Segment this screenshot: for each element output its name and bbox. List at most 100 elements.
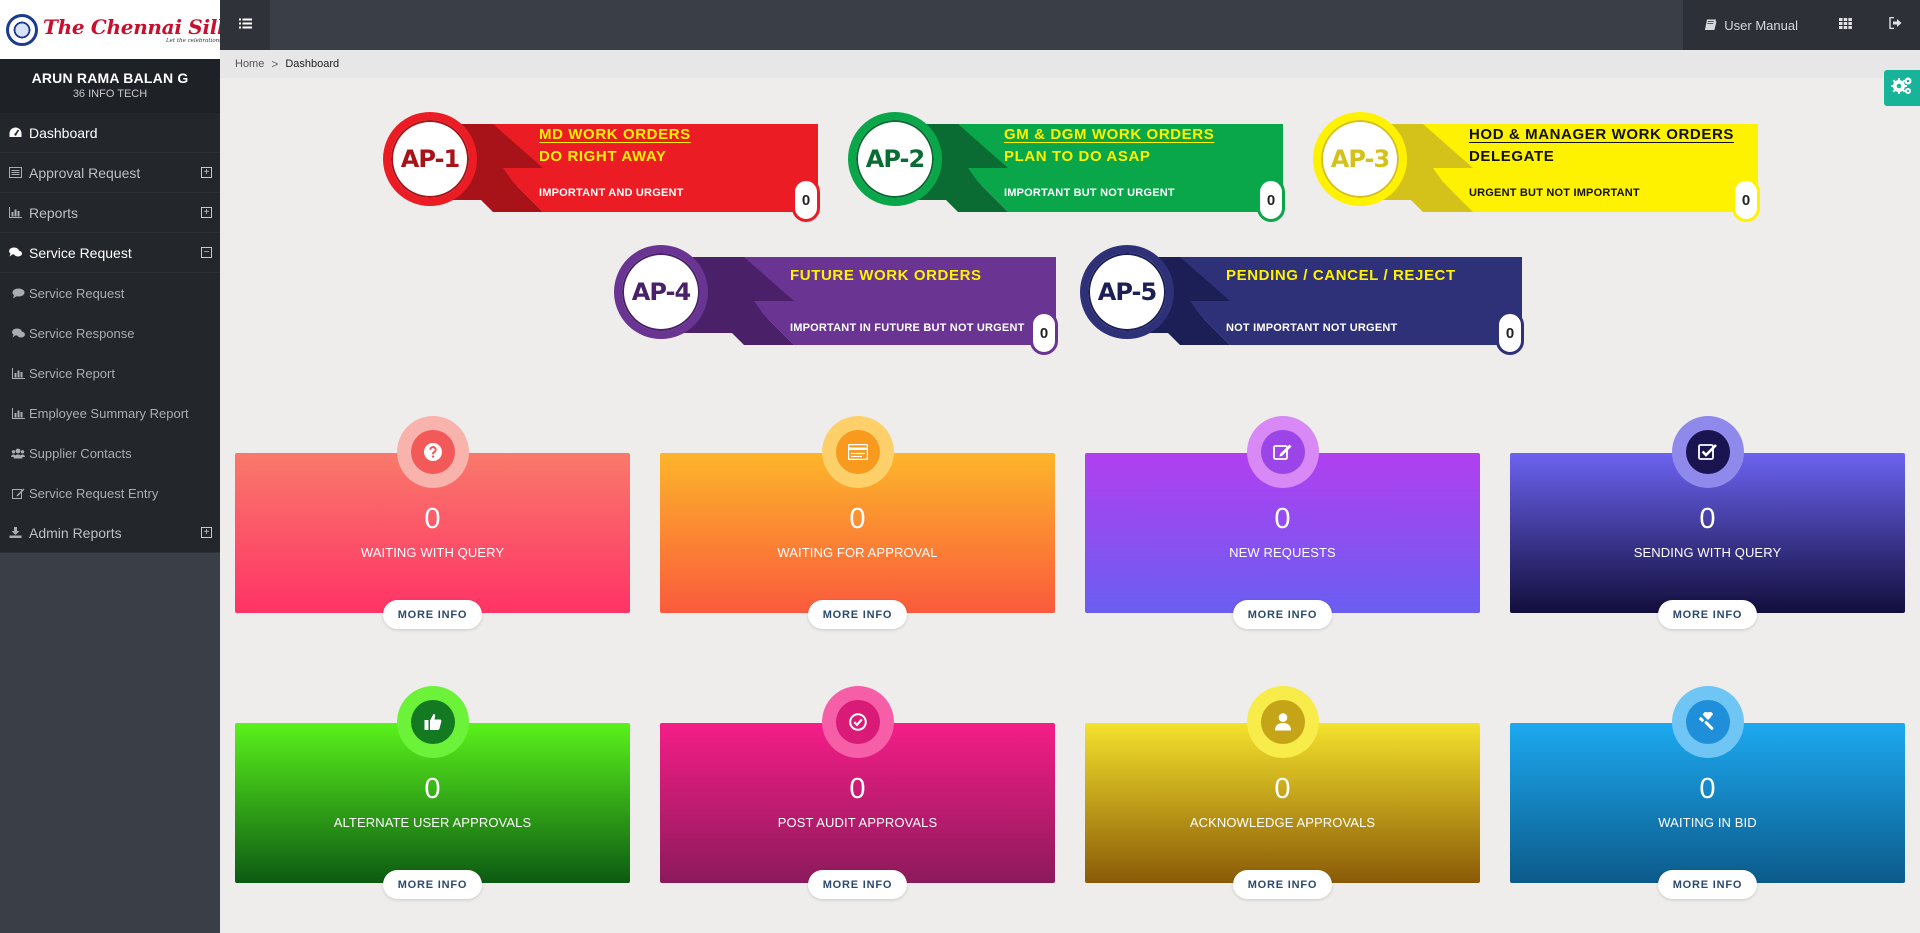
- more-info-button[interactable]: MORE INFO: [1658, 870, 1757, 899]
- more-info-button[interactable]: MORE INFO: [1233, 600, 1332, 629]
- more-info-button[interactable]: MORE INFO: [808, 870, 907, 899]
- user-manual-link[interactable]: User Manual: [1683, 0, 1820, 50]
- sidebar-item-reports[interactable]: Reports +: [0, 193, 220, 233]
- check-square-icon: [1686, 430, 1730, 474]
- more-info-button[interactable]: MORE INFO: [1233, 870, 1332, 899]
- ap-title: GM & DGM WORK ORDERS PLAN TO DO ASAP: [1004, 124, 1214, 168]
- user-panel: ARUN RAMA BALAN G 36 INFO TECH: [0, 59, 220, 113]
- card-count: 0: [1699, 773, 1716, 805]
- card-count: 0: [849, 503, 866, 535]
- ap-banner-5[interactable]: AP-5 PENDING / CANCEL / REJECT NOT IMPOR…: [1080, 245, 1530, 355]
- card-label: NEW REQUESTS: [1229, 545, 1336, 560]
- card-count: 0: [1699, 503, 1716, 535]
- ap-count[interactable]: 0: [1257, 178, 1285, 222]
- question-icon: [411, 430, 455, 474]
- user-manual-label: User Manual: [1724, 17, 1798, 33]
- card-icon-ring: [1672, 686, 1744, 758]
- ap-count[interactable]: 0: [1496, 311, 1524, 355]
- stat-card-waiting-in-bid: 0 WAITING IN BID MORE INFO: [1510, 686, 1905, 899]
- settings-button[interactable]: [1884, 70, 1920, 106]
- expand-icon[interactable]: +: [201, 167, 212, 178]
- grid-icon: [1838, 16, 1852, 34]
- hamburger-icon: [238, 16, 252, 34]
- submenu-item-label: Service Report: [29, 365, 115, 381]
- expand-icon[interactable]: +: [201, 207, 212, 218]
- dashboard-icon: [8, 127, 22, 139]
- card-icon-ring: [1247, 686, 1319, 758]
- breadcrumb-separator: >: [271, 57, 279, 71]
- more-info-button[interactable]: MORE INFO: [808, 600, 907, 629]
- card-label: WAITING FOR APPROVAL: [777, 545, 938, 560]
- card-icon: [836, 430, 880, 474]
- breadcrumb: Home > Dashboard: [220, 50, 1920, 78]
- ap-subtitle: IMPORTANT AND URGENT: [539, 187, 684, 199]
- card-label: ACKNOWLEDGE APPROVALS: [1189, 815, 1376, 830]
- stat-card-sending-with-query: 0 SENDING WITH QUERY MORE INFO: [1510, 416, 1905, 629]
- ap-banner-2[interactable]: AP-2 GM & DGM WORK ORDERS PLAN TO DO ASA…: [848, 112, 1291, 222]
- ap-title-line2: PLAN TO DO ASAP: [1004, 148, 1151, 165]
- submenu-item-service-request-entry[interactable]: Service Request Entry: [0, 473, 220, 513]
- ap-code-badge: AP-1: [383, 112, 477, 206]
- card-label: SENDING WITH QUERY: [1633, 545, 1782, 560]
- bar-chart-icon: [8, 207, 22, 219]
- ap-banner-1[interactable]: AP-1 MD WORK ORDERS DO RIGHT AWAY IMPORT…: [383, 112, 826, 222]
- sidebar-item-approval-request[interactable]: Approval Request +: [0, 153, 220, 193]
- breadcrumb-home[interactable]: Home: [235, 58, 264, 70]
- user-company: 36 INFO TECH: [72, 88, 148, 100]
- ap-subtitle: IMPORTANT IN FUTURE BUT NOT URGENT: [790, 322, 1025, 334]
- card-count: 0: [1274, 773, 1291, 805]
- card-count: 0: [1274, 503, 1291, 535]
- more-info-button[interactable]: MORE INFO: [383, 600, 482, 629]
- logo-emblem-icon: [6, 13, 38, 46]
- sign-out-icon: [1888, 16, 1902, 34]
- ap-title-line1: GM & DGM WORK ORDERS: [1004, 126, 1215, 143]
- ap-count[interactable]: 0: [792, 178, 820, 222]
- card-icon-ring: [1672, 416, 1744, 488]
- sidebar-item-label: Admin Reports: [29, 524, 122, 541]
- card-icon-ring: [822, 686, 894, 758]
- collapse-icon[interactable]: −: [201, 247, 212, 258]
- gears-icon: [1891, 76, 1913, 101]
- apps-grid-button[interactable]: [1820, 0, 1870, 50]
- submenu-item-service-request[interactable]: Service Request: [0, 273, 220, 313]
- ap-banner-3[interactable]: AP-3 HOD & MANAGER WORK ORDERS DELEGATE …: [1313, 112, 1766, 222]
- submenu-item-supplier-contacts[interactable]: Supplier Contacts: [0, 433, 220, 473]
- more-info-button[interactable]: MORE INFO: [1658, 600, 1757, 629]
- ap-count[interactable]: 0: [1030, 311, 1058, 355]
- user-name: ARUN RAMA BALAN G: [31, 70, 189, 86]
- card-icon-ring: [397, 686, 469, 758]
- card-label: WAITING WITH QUERY: [360, 545, 505, 560]
- card-count: 0: [424, 773, 441, 805]
- check-circle-icon: [836, 700, 880, 744]
- sidebar-item-label: Dashboard: [29, 124, 98, 141]
- ap-count[interactable]: 0: [1732, 178, 1760, 222]
- sidebar: The Chennai Silks Let the celebrations b…: [0, 0, 242, 933]
- submenu-item-service-report[interactable]: Service Report: [0, 353, 220, 393]
- brand-logo[interactable]: The Chennai Silks Let the celebrations b…: [0, 0, 242, 59]
- submenu-item-label: Supplier Contacts: [29, 445, 132, 461]
- submenu-item-employee-summary-report[interactable]: Employee Summary Report: [0, 393, 220, 433]
- submenu-item-label: Employee Summary Report: [29, 405, 189, 421]
- card-icon-ring: [822, 416, 894, 488]
- more-info-button[interactable]: MORE INFO: [383, 870, 482, 899]
- ap-code: AP-3: [1330, 145, 1390, 173]
- breadcrumb-current: Dashboard: [285, 58, 340, 70]
- sidebar-item-service-request[interactable]: Service Request −: [0, 233, 220, 273]
- sidebar-item-admin-reports[interactable]: Admin Reports +: [0, 513, 220, 553]
- card-icon-ring: [397, 416, 469, 488]
- sidebar-item-dashboard[interactable]: Dashboard: [0, 113, 220, 153]
- sidebar-item-label: Approval Request: [29, 164, 141, 181]
- expand-icon[interactable]: +: [201, 527, 212, 538]
- ap-code: AP-5: [1097, 278, 1157, 306]
- edit-icon: [11, 487, 25, 499]
- ap-title-line2: DELEGATE: [1469, 148, 1555, 165]
- card-label: ALTERNATE USER APPROVALS: [333, 815, 532, 830]
- comments-icon: [11, 327, 25, 339]
- ap-title-line1: HOD & MANAGER WORK ORDERS: [1469, 126, 1734, 143]
- ap-code-badge: AP-3: [1313, 112, 1407, 206]
- submenu-item-service-response[interactable]: Service Response: [0, 313, 220, 353]
- ap-banner-4[interactable]: AP-4 FUTURE WORK ORDERS IMPORTANT IN FUT…: [614, 245, 1064, 355]
- ap-title: MD WORK ORDERS DO RIGHT AWAY: [539, 124, 691, 168]
- logout-button[interactable]: [1870, 0, 1920, 50]
- sidebar-toggle-button[interactable]: [220, 0, 270, 50]
